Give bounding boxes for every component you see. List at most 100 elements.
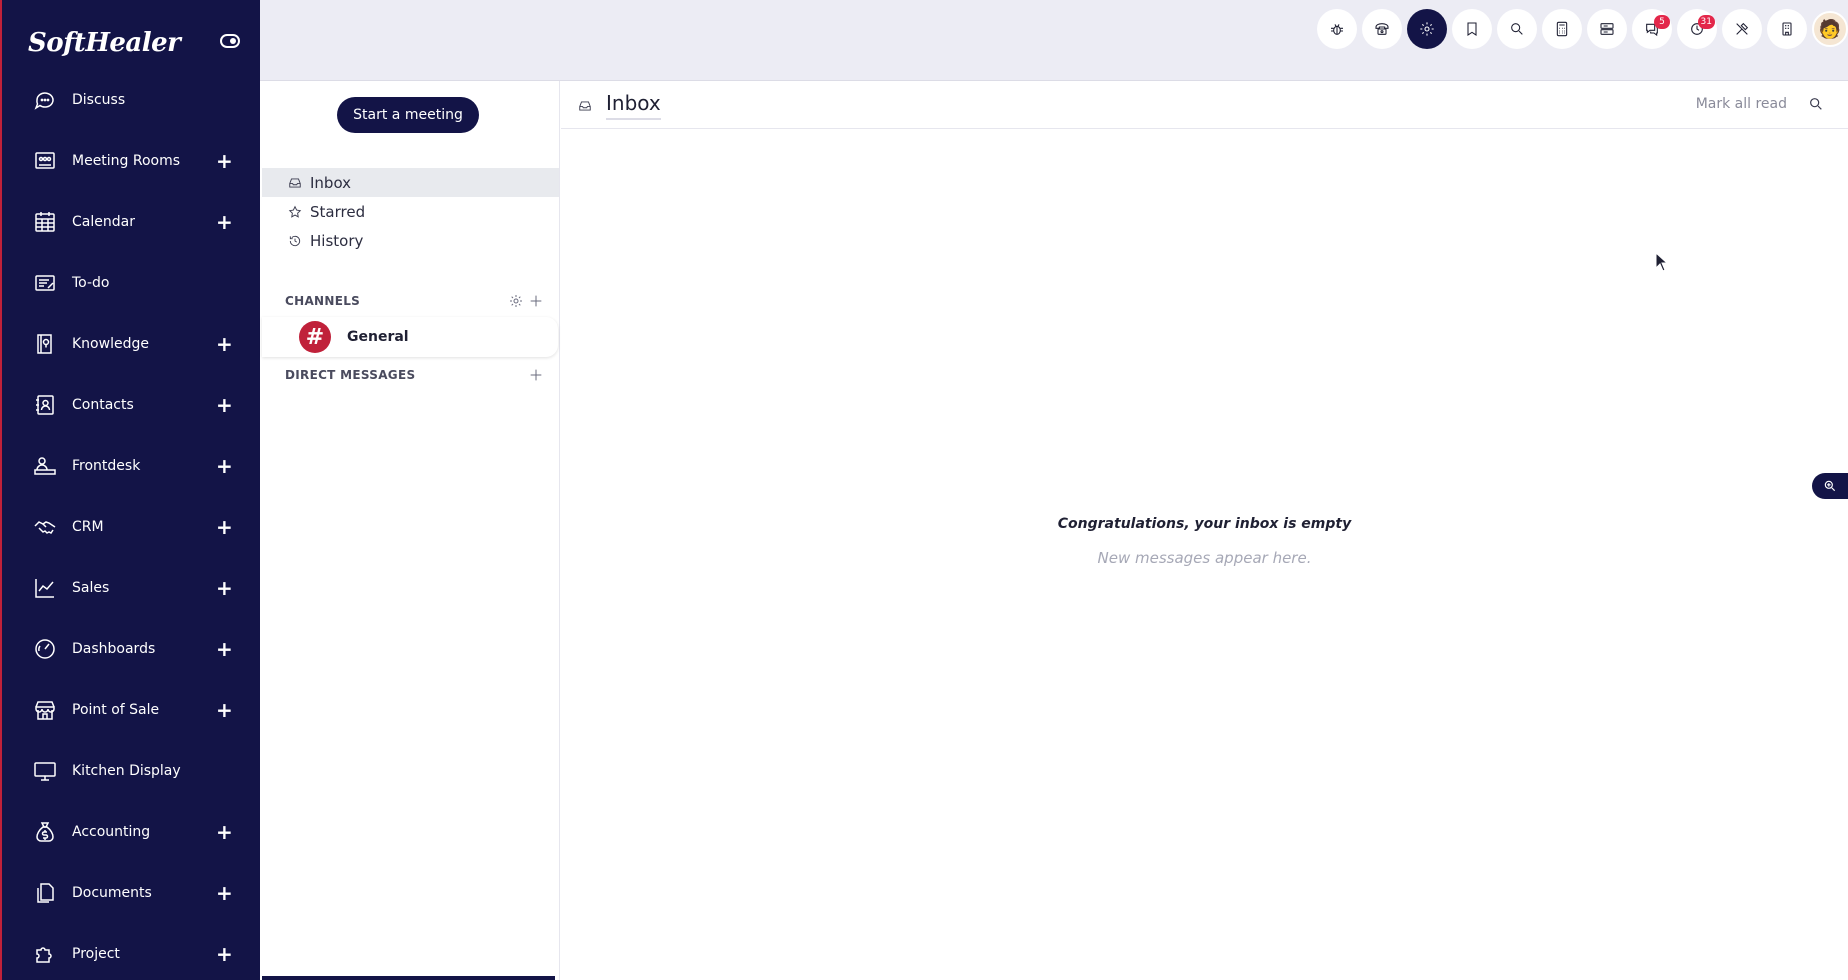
- app-sidebar: SoftHealer Discuss Meeting Rooms + Calen…: [0, 0, 260, 980]
- history-icon: [289, 235, 301, 246]
- building-icon[interactable]: [1767, 9, 1807, 49]
- contact-card-icon: [32, 392, 58, 418]
- sidebar-item-sales[interactable]: Sales +: [2, 557, 260, 618]
- sidebar-item-crm[interactable]: CRM +: [2, 496, 260, 557]
- sidebar-item-label: Kitchen Display: [72, 762, 181, 779]
- documents-icon: [32, 880, 58, 906]
- chat-bubble-icon: [32, 87, 58, 113]
- sidebar-item-label: Frontdesk: [72, 457, 141, 474]
- direct-messages-section-label: DIRECT MESSAGES: [285, 368, 416, 382]
- sidebar-item-label: Discuss: [72, 91, 126, 108]
- sidebar-item-kitchen-display[interactable]: Kitchen Display: [2, 740, 260, 801]
- server-icon[interactable]: [1587, 9, 1627, 49]
- add-document-button[interactable]: +: [216, 883, 233, 903]
- thread-header: Inbox Mark all read: [561, 81, 1848, 129]
- empty-state-title: Congratulations, your inbox is empty: [1057, 516, 1352, 532]
- search-icon[interactable]: [1497, 9, 1537, 49]
- calculator-icon[interactable]: [1542, 9, 1582, 49]
- activity-clock-icon[interactable]: 31: [1677, 9, 1717, 49]
- sidebar-item-documents[interactable]: Documents +: [2, 862, 260, 923]
- add-calendar-button[interactable]: +: [216, 212, 233, 232]
- sidebar-item-meeting-rooms[interactable]: Meeting Rooms +: [2, 130, 260, 191]
- mailbox-label: Inbox: [310, 173, 352, 192]
- zoom-in-icon[interactable]: [1812, 473, 1848, 499]
- phone-icon[interactable]: [1362, 9, 1402, 49]
- sidebar-item-discuss[interactable]: Discuss: [2, 69, 260, 130]
- add-direct-message-icon[interactable]: [528, 367, 544, 383]
- start-meeting-button[interactable]: Start a meeting: [337, 97, 479, 133]
- gauge-icon: [32, 636, 58, 662]
- sidebar-item-label: Accounting: [72, 823, 151, 840]
- sidebar-item-frontdesk[interactable]: Frontdesk +: [2, 435, 260, 496]
- sidebar-item-label: To-do: [72, 274, 110, 291]
- channel-name: General: [347, 329, 409, 345]
- bug-icon[interactable]: [1317, 9, 1357, 49]
- add-sales-button[interactable]: +: [216, 578, 233, 598]
- monitor-icon: [32, 758, 58, 784]
- empty-state-subtitle: New messages appear here.: [1097, 549, 1312, 567]
- top-bar-actions: 5 31 🧑: [1317, 9, 1848, 49]
- channel-settings-icon[interactable]: [508, 293, 524, 309]
- sidebar-item-todo[interactable]: To-do: [2, 252, 260, 313]
- mailbox-label: Starred: [310, 202, 366, 221]
- sidebar-item-label: Calendar: [72, 213, 135, 230]
- sidebar-item-label: Documents: [72, 884, 152, 901]
- todo-icon: [32, 270, 58, 296]
- channel-item-general[interactable]: # General: [262, 317, 558, 357]
- sidebar-item-knowledge[interactable]: Knowledge +: [2, 313, 260, 374]
- sidebar-item-label: CRM: [72, 518, 104, 535]
- sidebar-item-calendar[interactable]: Calendar +: [2, 191, 260, 252]
- add-dashboard-button[interactable]: +: [216, 639, 233, 659]
- handshake-icon: [32, 514, 58, 540]
- channel-hash-icon: #: [299, 321, 331, 353]
- mailbox-starred[interactable]: Starred: [262, 197, 559, 226]
- book-icon: [32, 331, 58, 357]
- channels-section-label: CHANNELS: [285, 294, 361, 308]
- settings-icon[interactable]: [1407, 9, 1447, 49]
- search-icon[interactable]: [1808, 96, 1824, 112]
- calendar-icon: [32, 209, 58, 235]
- sidebar-item-point-of-sale[interactable]: Point of Sale +: [2, 679, 260, 740]
- sidebar-item-label: Knowledge: [72, 335, 149, 352]
- puzzle-icon: [32, 941, 58, 967]
- mailbox-inbox[interactable]: Inbox: [262, 168, 559, 197]
- brand-logo[interactable]: SoftHealer: [28, 28, 181, 58]
- star-icon: [288, 205, 302, 218]
- sidebar-toggle-icon[interactable]: [220, 34, 240, 48]
- user-avatar[interactable]: 🧑: [1812, 11, 1848, 47]
- sidebar-nav: Discuss Meeting Rooms + Calendar + To-do…: [2, 69, 260, 980]
- page-title: Inbox: [606, 91, 661, 120]
- add-point-of-sale-button[interactable]: +: [216, 700, 233, 720]
- sidebar-item-label: Project: [72, 945, 120, 962]
- trend-chart-icon: [32, 575, 58, 601]
- add-channel-icon[interactable]: [528, 293, 544, 309]
- messages-count-badge: 5: [1654, 15, 1670, 29]
- mark-all-read-button[interactable]: Mark all read: [1696, 96, 1787, 112]
- sidebar-item-contacts[interactable]: Contacts +: [2, 374, 260, 435]
- meeting-room-icon: [32, 148, 58, 174]
- activity-count-badge: 31: [1697, 15, 1715, 29]
- add-crm-button[interactable]: +: [216, 517, 233, 537]
- add-project-button[interactable]: +: [216, 944, 233, 964]
- add-knowledge-button[interactable]: +: [216, 334, 233, 354]
- add-frontdesk-button[interactable]: +: [216, 456, 233, 476]
- sidebar-item-accounting[interactable]: Accounting +: [2, 801, 260, 862]
- sidebar-item-label: Meeting Rooms: [72, 152, 181, 169]
- sidebar-item-label: Dashboards: [72, 640, 156, 657]
- sidebar-item-label: Contacts: [72, 396, 134, 413]
- sidebar-item-project[interactable]: Project +: [2, 923, 260, 980]
- money-bag-icon: [32, 819, 58, 845]
- panel-scrollbar[interactable]: [262, 976, 555, 980]
- frontdesk-icon: [32, 453, 58, 479]
- mailbox-label: History: [310, 231, 364, 250]
- sidebar-item-label: Point of Sale: [72, 701, 160, 718]
- messages-icon[interactable]: 5: [1632, 9, 1672, 49]
- add-meeting-room-button[interactable]: +: [216, 151, 233, 171]
- bookmark-icon[interactable]: [1452, 9, 1492, 49]
- tools-icon[interactable]: [1722, 9, 1762, 49]
- add-accounting-button[interactable]: +: [216, 822, 233, 842]
- sidebar-item-dashboards[interactable]: Dashboards +: [2, 618, 260, 679]
- add-contact-button[interactable]: +: [216, 395, 233, 415]
- mouse-cursor-icon: [1655, 252, 1669, 272]
- mailbox-history[interactable]: History: [262, 226, 559, 255]
